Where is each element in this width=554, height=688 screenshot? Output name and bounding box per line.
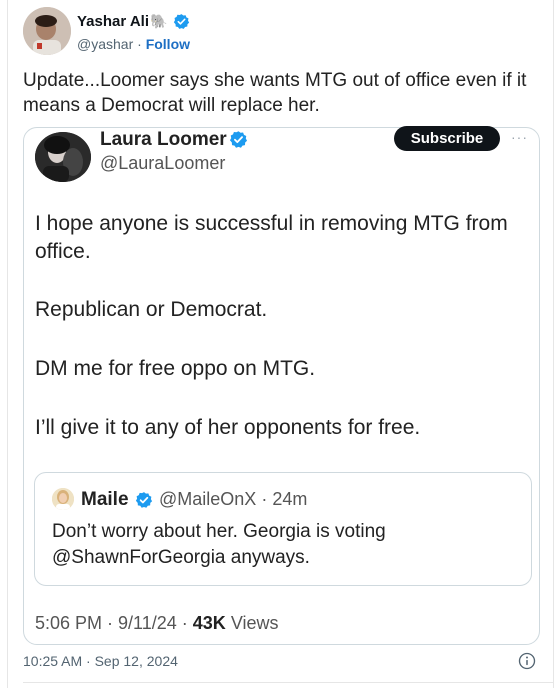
- left-divider: [7, 0, 8, 688]
- verified-badge-icon: [173, 14, 190, 29]
- author-avatar[interactable]: [23, 7, 71, 55]
- quoted-footer: 5:06 PM · 9/11/24 · 43K Views: [35, 613, 279, 633]
- bottom-divider: [23, 682, 554, 683]
- handle-separator: ·: [133, 36, 146, 52]
- follow-button[interactable]: Follow: [146, 36, 190, 52]
- quoted-time[interactable]: 5:06 PM: [35, 613, 102, 633]
- info-icon[interactable]: [518, 652, 536, 670]
- nested-tweet-text: Don’t worry about her. Georgia is voting…: [52, 521, 386, 568]
- author-handle-line: @yashar · Follow: [77, 36, 190, 52]
- quoted-paragraph: DM me for free oppo on MTG.: [35, 357, 316, 380]
- tweet-text: Update...Loomer says she wants MTG out o…: [23, 70, 527, 116]
- views-count: 43K: [192, 613, 226, 633]
- verified-badge-icon: [229, 131, 248, 148]
- nested-age: 24m: [272, 489, 308, 509]
- quoted-paragraph: Republican or Democrat.: [35, 298, 268, 321]
- nested-author-name[interactable]: Maile: [81, 489, 129, 511]
- quoted-date[interactable]: 9/11/24: [118, 613, 177, 633]
- elephant-icon: 🐘: [150, 13, 168, 29]
- nested-author-avatar[interactable]: [52, 488, 74, 510]
- quoted-tweet-card[interactable]: Laura Loomer @LauraLoomer Subscribe ··· …: [23, 126, 540, 645]
- quoted-paragraph: I’ll give it to any of her opponents for…: [35, 416, 421, 439]
- nested-meta: @MaileOnX · 24m: [159, 489, 308, 509]
- more-icon[interactable]: ···: [511, 129, 528, 145]
- quoted-author-name[interactable]: Laura Loomer: [100, 129, 227, 151]
- verified-badge-icon: [135, 492, 153, 508]
- nested-author-handle[interactable]: @MaileOnX: [159, 489, 256, 509]
- tweet-timestamp[interactable]: 10:25 AM · Sep 12, 2024: [23, 653, 178, 669]
- quoted-author-handle[interactable]: @LauraLoomer: [100, 153, 225, 174]
- views-label: Views: [230, 613, 279, 633]
- subscribe-button[interactable]: Subscribe: [394, 126, 500, 151]
- quoted-paragraph: I hope anyone is successful in removing …: [35, 212, 508, 263]
- nested-quoted-tweet[interactable]: Maile @MaileOnX · 24m Don’t worry about …: [34, 472, 532, 586]
- author-name[interactable]: Yashar Ali: [77, 13, 149, 30]
- quoted-author-avatar[interactable]: [35, 132, 91, 182]
- author-handle[interactable]: @yashar: [77, 36, 133, 52]
